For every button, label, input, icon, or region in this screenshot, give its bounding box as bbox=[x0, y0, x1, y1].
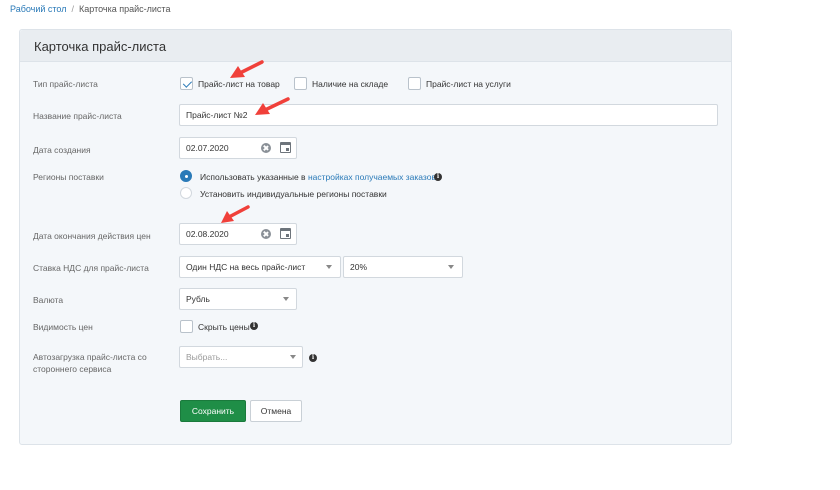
hide-prices-label[interactable]: Скрыть цены bbox=[198, 322, 250, 332]
created-label: Дата создания bbox=[33, 145, 91, 155]
type-stock-checkbox[interactable] bbox=[294, 77, 307, 90]
vat-rate-value: 20% bbox=[350, 262, 368, 272]
regions-custom-label[interactable]: Установить индивидуальные регионы постав… bbox=[200, 189, 387, 199]
regions-default-radio[interactable] bbox=[180, 170, 192, 182]
autoload-label-line2: стороннего сервиса bbox=[33, 364, 112, 374]
type-services-label[interactable]: Прайс-лист на услуги bbox=[426, 79, 511, 89]
clear-created-date-icon[interactable] bbox=[261, 143, 271, 153]
breadcrumb: Рабочий стол / Карточка прайс-листа bbox=[10, 4, 170, 14]
save-button[interactable]: Сохранить bbox=[180, 400, 246, 422]
type-stock-label[interactable]: Наличие на складе bbox=[312, 79, 388, 89]
end-date-value: 02.08.2020 bbox=[186, 229, 229, 239]
hide-prices-checkbox[interactable] bbox=[180, 320, 193, 333]
regions-custom-radio[interactable] bbox=[180, 187, 192, 199]
end-date-calendar-icon[interactable] bbox=[280, 228, 291, 239]
currency-value: Рубль bbox=[186, 294, 210, 304]
chevron-down-icon bbox=[326, 265, 332, 269]
info-icon[interactable]: i bbox=[309, 354, 317, 362]
chevron-down-icon bbox=[283, 297, 289, 301]
vat-mode-value: Один НДС на весь прайс-лист bbox=[186, 262, 306, 272]
page-title: Карточка прайс-листа bbox=[34, 39, 167, 54]
info-icon[interactable]: i bbox=[250, 322, 258, 330]
cancel-button[interactable]: Отмена bbox=[250, 400, 302, 422]
vat-mode-select[interactable]: Один НДС на весь прайс-лист bbox=[179, 256, 341, 278]
card-header: Карточка прайс-листа bbox=[20, 30, 731, 62]
clear-end-date-icon[interactable] bbox=[261, 229, 271, 239]
breadcrumb-home-link[interactable]: Рабочий стол bbox=[10, 4, 67, 14]
info-icon[interactable]: i bbox=[434, 173, 442, 181]
visibility-label: Видимость цен bbox=[33, 322, 93, 332]
currency-label: Валюта bbox=[33, 295, 64, 305]
autoload-placeholder: Выбрать... bbox=[186, 352, 228, 362]
type-services-checkbox[interactable] bbox=[408, 77, 421, 90]
regions-default-text: Использовать указанные в bbox=[200, 172, 306, 182]
type-goods-label[interactable]: Прайс-лист на товар bbox=[198, 79, 280, 89]
breadcrumb-separator: / bbox=[71, 4, 75, 14]
end-date-label: Дата окончания действия цен bbox=[33, 231, 151, 241]
type-label: Тип прайс-листа bbox=[33, 79, 98, 89]
created-calendar-icon[interactable] bbox=[280, 142, 291, 153]
breadcrumb-current: Карточка прайс-листа bbox=[79, 4, 171, 14]
currency-select[interactable]: Рубль bbox=[179, 288, 297, 310]
chevron-down-icon bbox=[290, 355, 296, 359]
price-list-card: Карточка прайс-листа Тип прайс-листа Пра… bbox=[19, 29, 732, 445]
regions-default-label[interactable]: Использовать указанные в настройках полу… bbox=[200, 172, 436, 182]
regions-label: Регионы поставки bbox=[33, 172, 104, 182]
autoload-label-line1: Автозагрузка прайс-листа со bbox=[33, 352, 147, 362]
order-settings-link[interactable]: настройках получаемых заказов bbox=[308, 172, 436, 182]
chevron-down-icon bbox=[448, 265, 454, 269]
name-label: Название прайс-листа bbox=[33, 111, 122, 121]
type-goods-checkbox[interactable] bbox=[180, 77, 193, 90]
created-date-value: 02.07.2020 bbox=[186, 143, 229, 153]
vat-label: Ставка НДС для прайс-листа bbox=[33, 263, 149, 273]
autoload-select[interactable]: Выбрать... bbox=[179, 346, 303, 368]
vat-rate-select[interactable]: 20% bbox=[343, 256, 463, 278]
name-input[interactable]: Прайс-лист №2 bbox=[179, 104, 718, 126]
